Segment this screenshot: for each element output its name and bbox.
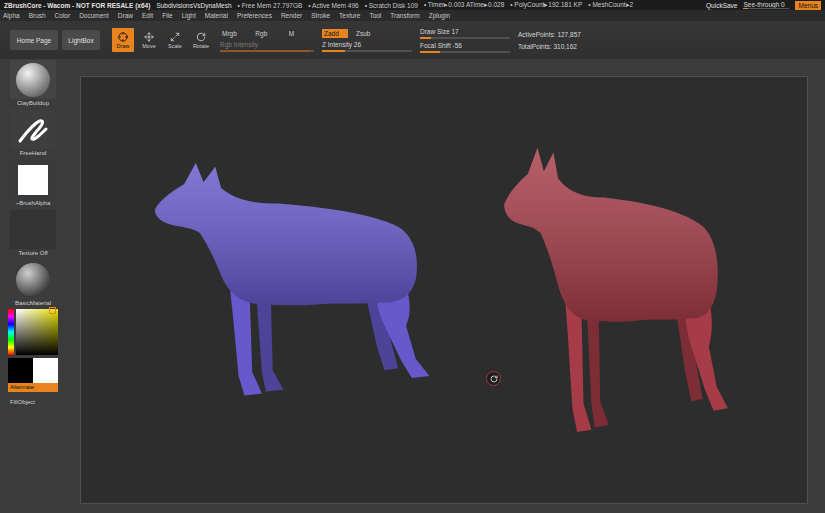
color-swatches [8, 358, 58, 383]
color-swatch[interactable] [33, 358, 58, 383]
menu-item[interactable]: Draw [118, 12, 133, 19]
fill-object-button[interactable]: FillObject [8, 398, 58, 407]
color-picker[interactable] [8, 309, 58, 355]
menu-item[interactable]: Render [281, 12, 302, 19]
dog-model[interactable] [501, 143, 739, 451]
menu-item[interactable]: File [162, 12, 172, 19]
mode-button[interactable]: Move [138, 28, 160, 52]
menu-item[interactable]: Zplugin [429, 12, 450, 19]
stat-text: • PolyCount▸192.181 KP [510, 1, 582, 9]
left-shelf: ClayBuildupFreeHand~BrushAlphaTexture Of… [8, 60, 58, 504]
mode-button[interactable]: Draw [112, 28, 134, 52]
draw-size-slider[interactable]: Draw Size 17 [420, 28, 510, 39]
brush-sphere-icon [16, 63, 50, 97]
alternate-button[interactable]: Alternate [8, 383, 58, 392]
menu-item[interactable]: Material [205, 12, 228, 19]
color-mode-button[interactable]: M [287, 29, 314, 38]
zbrush-window: ZBrushCore - Wacom - NOT FOR RESALE (x64… [0, 0, 825, 513]
app-title: ZBrushCore - Wacom - NOT FOR RESALE (x64… [4, 2, 150, 9]
material-sphere-icon [16, 263, 50, 297]
menu-bar: Alpha Brush Color Document Draw Edit File Light… [0, 10, 825, 21]
picker-marker[interactable] [49, 307, 56, 314]
color-swatch[interactable] [8, 358, 33, 383]
color-mode-button[interactable]: Mrgb [220, 29, 247, 38]
nav-button[interactable]: LightBox [62, 30, 100, 50]
hue-strip[interactable] [8, 309, 14, 355]
menu-item[interactable]: Document [79, 12, 109, 19]
menu-item[interactable]: Edit [142, 12, 153, 19]
menu-item[interactable]: Alpha [3, 12, 20, 19]
material-slot[interactable]: BasicMaterial [8, 260, 58, 310]
quicksave-button[interactable]: QuickSave [706, 2, 737, 9]
mode-button[interactable]: Scale [164, 28, 186, 52]
stat-text: • Active Mem 496 [308, 2, 358, 9]
mode-icon [144, 32, 154, 42]
saturation-square[interactable] [16, 309, 58, 355]
menu-item[interactable]: Transform [390, 12, 419, 19]
stat-text: • Timer▸0.003 ATime▸0.028 [424, 1, 504, 9]
workspace: ClayBuildupFreeHand~BrushAlphaTexture Of… [0, 59, 825, 513]
points-text: TotalPoints: 310,162 [518, 42, 598, 51]
color-mode-button[interactable]: Rgb [253, 29, 280, 38]
menu-item[interactable]: Light [182, 12, 196, 19]
mode-icon [196, 32, 206, 42]
points-text: ActivePoints: 127,857 [518, 30, 598, 39]
rgb-intensity-slider: Rgb Intensity [220, 41, 314, 52]
z-mode-button[interactable]: Zadd [322, 29, 348, 38]
mode-button[interactable]: Rotate [190, 28, 212, 52]
alpha-slot[interactable]: ~BrushAlpha [8, 160, 58, 210]
mode-icon [170, 32, 180, 42]
color-mode-group: Mrgb Rgb M Rgb Intensity [220, 29, 314, 52]
z-intensity-slider[interactable]: Z Intensity 26 [322, 41, 412, 52]
points-info: ActivePoints: 127,857 TotalPoints: 310,16… [518, 30, 598, 51]
menu-item[interactable]: Brush [29, 12, 46, 19]
title-bar: ZBrushCore - Wacom - NOT FOR RESALE (x64… [0, 0, 825, 10]
menu-item[interactable]: Color [55, 12, 71, 19]
stat-text: • MeshCount▸2 [588, 1, 633, 9]
mode-icon [118, 32, 128, 42]
document-name: SubdivisionsVsDynaMesh [156, 2, 231, 9]
focal-shift-slider[interactable]: Focal Shift -56 [420, 42, 510, 53]
menu-item[interactable]: Stroke [311, 12, 330, 19]
menus-button[interactable]: Menus [795, 1, 821, 10]
stat-text: • Free Mem 27.797GB [238, 2, 303, 9]
menu-item[interactable]: Tool [369, 12, 381, 19]
document-canvas[interactable] [80, 76, 808, 504]
menu-item[interactable]: Texture [339, 12, 360, 19]
nav-button[interactable]: Home Page [10, 30, 58, 50]
see-through-slider[interactable]: See-through 0 [743, 1, 789, 9]
z-mode-button[interactable]: Zsub [354, 29, 380, 38]
texture-slot[interactable]: Texture Off [8, 210, 58, 260]
dog-model[interactable] [151, 159, 443, 411]
alpha-square-icon [18, 165, 48, 195]
rotate-indicator [486, 371, 501, 386]
stroke-slot[interactable]: FreeHand [8, 110, 58, 160]
toolbar: Home PageLightBox DrawMoveScaleRotate Mrgb… [0, 21, 825, 59]
menu-item[interactable]: Preferences [237, 12, 272, 19]
brush-size-group: Draw Size 17 Focal Shift -56 [420, 28, 510, 53]
brush-slot[interactable]: ClayBuildup [8, 60, 58, 110]
stat-text: • Scratch Disk 109 [365, 2, 418, 9]
z-mode-group: Zadd Zsub Z Intensity 26 [322, 29, 412, 52]
freehand-stroke-icon [16, 115, 50, 145]
rotate-icon [490, 375, 498, 383]
